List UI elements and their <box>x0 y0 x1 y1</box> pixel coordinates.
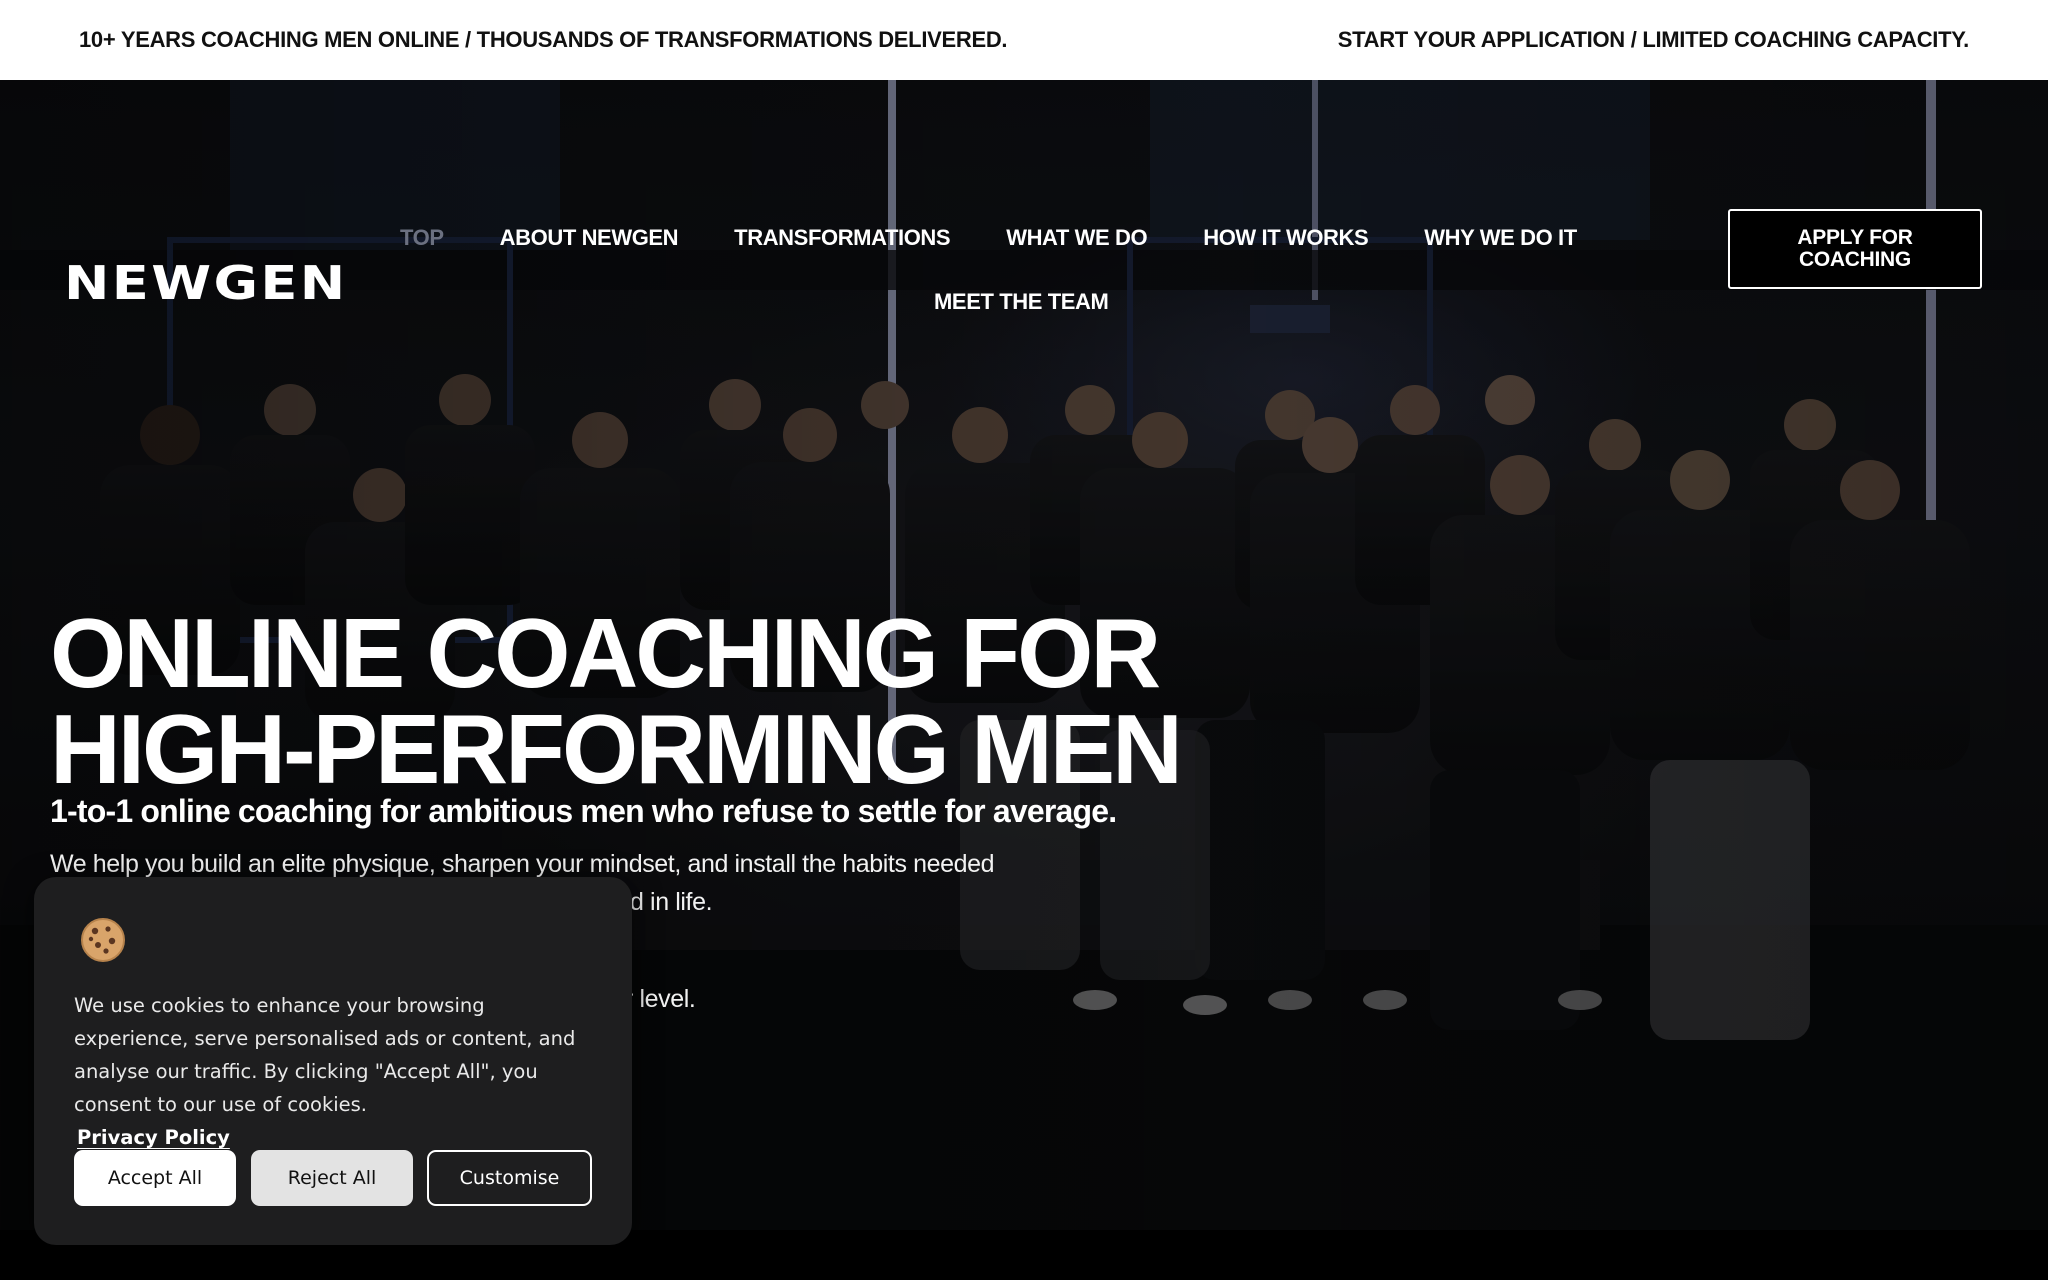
cookie-message: We use cookies to enhance your browsing … <box>74 989 604 1154</box>
cookie-message-text: We use cookies to enhance your browsing … <box>74 994 576 1116</box>
main-nav: TOP ABOUT NEWGEN TRANSFORMATIONS WHAT WE… <box>400 225 1660 314</box>
newgen-logo[interactable]: NEWGEN <box>64 256 348 310</box>
nav-what-we-do[interactable]: WHAT WE DO <box>1006 225 1147 251</box>
apply-button-line2: COACHING <box>1799 248 1911 271</box>
customise-button[interactable]: Customise <box>427 1150 592 1206</box>
nav-how-it-works[interactable]: HOW IT WORKS <box>1203 225 1368 251</box>
cookie-icon <box>81 918 125 962</box>
nav-about-newgen[interactable]: ABOUT NEWGEN <box>500 225 679 251</box>
cookie-banner: We use cookies to enhance your browsing … <box>34 877 632 1245</box>
reject-all-button[interactable]: Reject All <box>251 1150 413 1206</box>
nav-why-we-do-it[interactable]: WHY WE DO IT <box>1424 225 1577 251</box>
announcement-left: 10+ YEARS COACHING MEN ONLINE / THOUSAND… <box>79 27 1008 52</box>
apply-button-line1: APPLY FOR <box>1797 226 1913 249</box>
headline-line1: ONLINE COACHING FOR <box>50 598 1161 708</box>
hero-subheadline: 1-to-1 online coaching for ambitious men… <box>50 793 1117 829</box>
nav-meet-the-team[interactable]: MEET THE TEAM <box>934 289 1109 314</box>
announcement-right: START YOUR APPLICATION / LIMITED COACHIN… <box>1337 27 1970 52</box>
apply-for-coaching-button[interactable]: APPLY FOR COACHING <box>1728 209 1982 289</box>
headline-line2: HIGH-PERFORMING MEN <box>50 694 1183 804</box>
nav-transformations[interactable]: TRANSFORMATIONS <box>734 225 950 251</box>
nav-top[interactable]: TOP <box>400 225 444 251</box>
hero-body-line2: d in life. <box>630 888 713 916</box>
announcement-bar: 10+ YEARS COACHING MEN ONLINE / THOUSAND… <box>0 0 2048 80</box>
hero-body-line3: r level. <box>625 985 696 1013</box>
accept-all-button[interactable]: Accept All <box>74 1150 236 1206</box>
hero-headline: ONLINE COACHING FOR HIGH-PERFORMING MEN <box>50 604 1310 798</box>
